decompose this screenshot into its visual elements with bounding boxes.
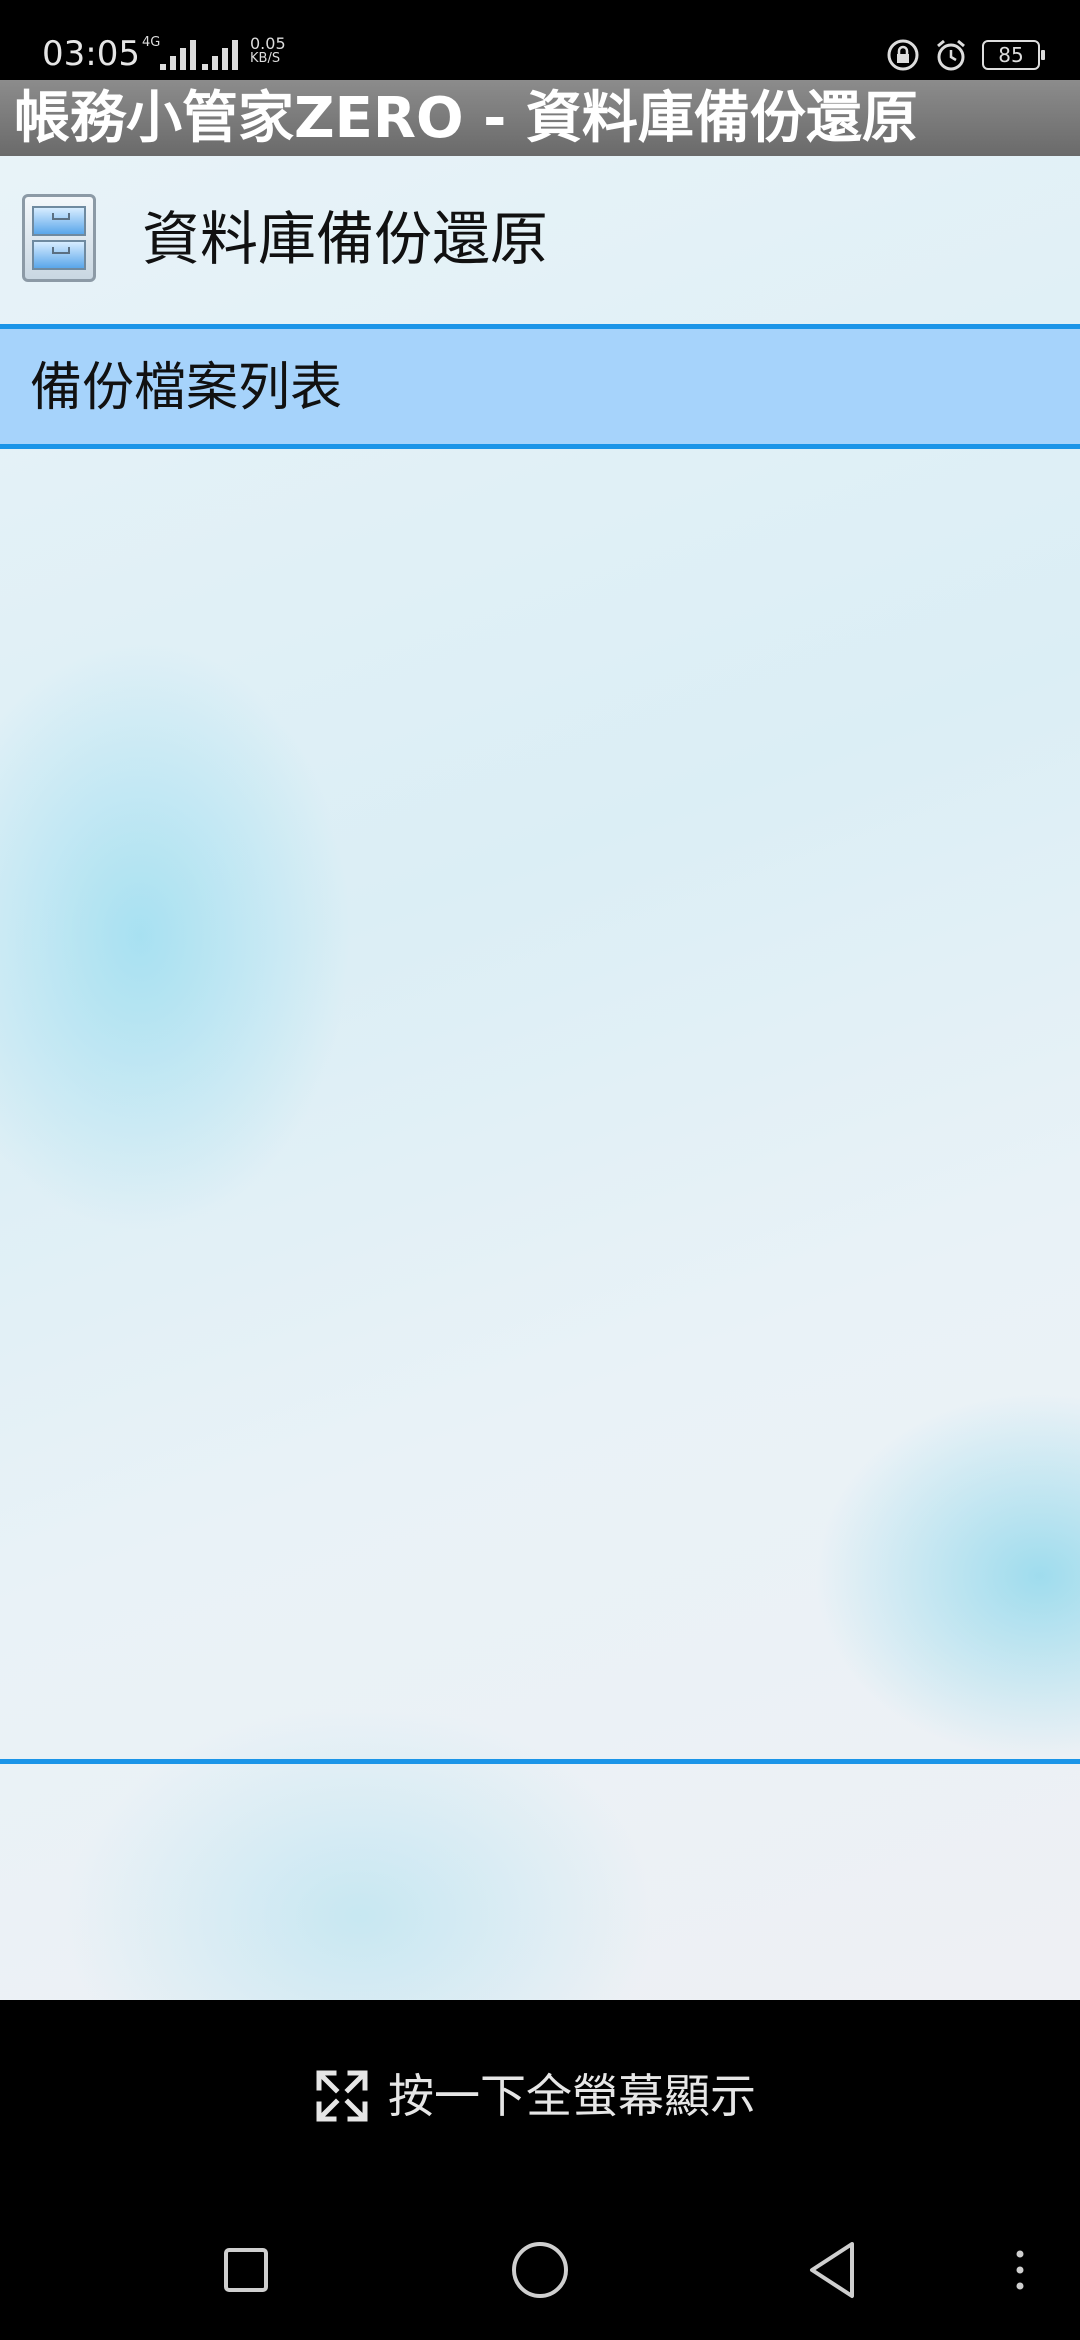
content-area: 資料庫備份還原 備份檔案列表: [0, 156, 1080, 2000]
more-options-icon[interactable]: [1000, 2230, 1040, 2310]
signal-strength-2-icon: [202, 40, 238, 70]
network-type: 4G: [142, 35, 161, 50]
recent-apps-button[interactable]: [206, 2230, 286, 2310]
status-icons: 85: [886, 36, 1045, 74]
home-button[interactable]: [500, 2230, 580, 2310]
status-bar: 03:05 4G 0.05 KB/S 85: [0, 0, 1080, 80]
backup-file-list[interactable]: [0, 449, 1080, 1759]
lock-rotation-icon: [887, 39, 919, 71]
section-header: 備份檔案列表: [0, 329, 1080, 444]
fullscreen-label: 按一下全螢幕顯示: [388, 2069, 756, 2123]
battery-level: 85: [982, 40, 1045, 70]
app-title-bar: 帳務小管家ZERO - 資料庫備份還原: [0, 80, 1080, 156]
list-bottom-divider: [0, 1759, 1080, 1764]
file-cabinet-icon: [22, 194, 96, 282]
network-speed-value: 0.05: [250, 34, 286, 53]
alarm-icon: [937, 39, 965, 71]
fullscreen-bar: 按一下全螢幕顯示: [0, 2000, 1080, 2190]
signal-strength-icon: [160, 40, 196, 70]
fullscreen-button[interactable]: 按一下全螢幕顯示: [314, 2066, 756, 2126]
app-window-title: 帳務小管家ZERO - 資料庫備份還原: [14, 86, 918, 151]
network-speed: 0.05 KB/S: [250, 36, 286, 66]
page-header: 資料庫備份還原: [0, 156, 1080, 324]
page-title: 資料庫備份還原: [142, 205, 549, 273]
navigation-bar: [0, 2190, 1080, 2340]
expand-icon: [316, 2070, 368, 2122]
section-label: 備份檔案列表: [30, 358, 343, 418]
status-time: 03:05: [42, 34, 140, 74]
drawer-bottom: [32, 240, 86, 270]
network-speed-unit: KB/S: [250, 51, 281, 66]
back-button[interactable]: [794, 2230, 874, 2310]
drawer-top: [32, 206, 86, 236]
